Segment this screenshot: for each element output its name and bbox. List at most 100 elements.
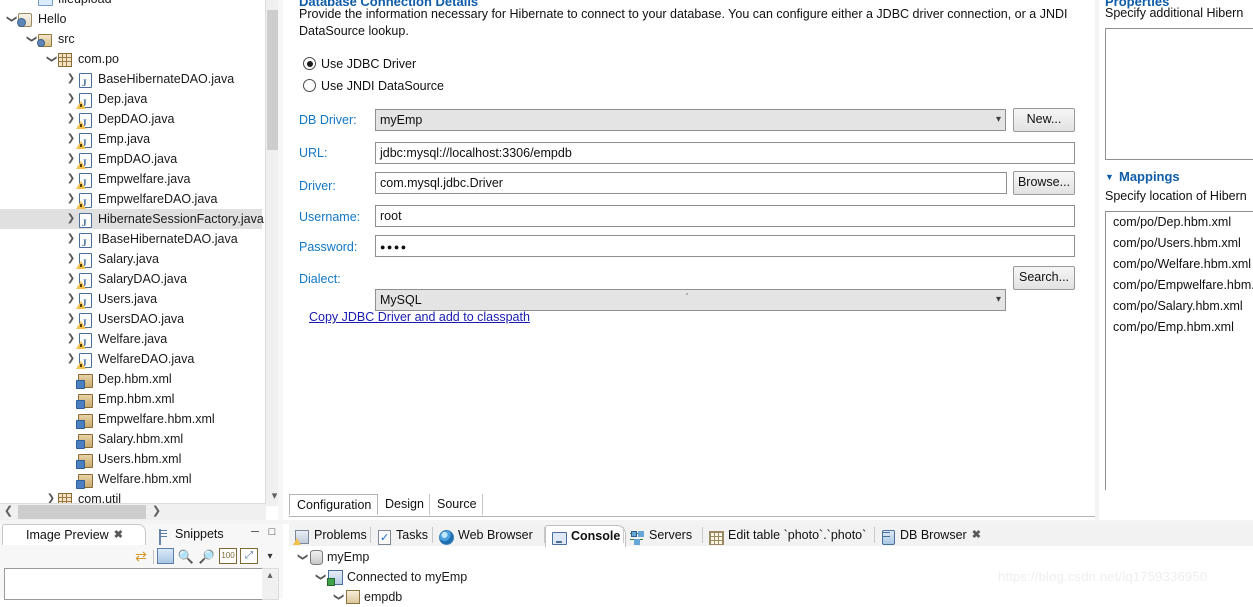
tree-item-label: src <box>58 32 75 46</box>
mapping-list-item[interactable]: com/po/Welfare.hbm.xml <box>1106 254 1253 275</box>
close-icon[interactable]: ✖ <box>114 525 123 545</box>
java-file-warning-icon <box>76 271 94 293</box>
radio-button-jdbc-icon[interactable] <box>303 57 316 70</box>
console-tab-edit-table-photo-photo[interactable]: Edit table `photo`.`photo` <box>703 525 875 546</box>
tree-item[interactable]: ❯Salary.java <box>0 249 262 273</box>
console-tab-db-browser[interactable]: DB Browser ✖ <box>875 525 988 546</box>
username-input[interactable]: root <box>375 205 1075 227</box>
db-driver-combo[interactable]: myEmp ▾ <box>375 109 1006 131</box>
java-file-warning-icon <box>76 351 94 373</box>
password-input[interactable]: ●●●● <box>375 235 1075 257</box>
zoom-fit-icon[interactable]: ⤢ <box>240 548 258 564</box>
editor-tab-bar[interactable]: Configuration Design Source <box>289 494 1099 517</box>
explorer-horizontal-scrollbar[interactable]: ❮ ❯ <box>0 503 266 520</box>
tree-item[interactable]: ❯Empwelfare.java <box>0 169 262 193</box>
browse-driver-button[interactable]: Browse... <box>1013 171 1075 195</box>
project-tree[interactable]: fileupload❯Hello❯src❯com.po❯BaseHibernat… <box>0 0 264 509</box>
view-tab-snippets[interactable]: Snippets <box>152 524 238 545</box>
console-tab-web-browser[interactable]: Web Browser <box>433 525 545 546</box>
tree-item[interactable]: ❯UsersDAO.java <box>0 309 262 333</box>
warning-badge-icon <box>76 121 86 129</box>
java-file-warning-icon <box>76 251 94 273</box>
mapping-list-item[interactable]: com/po/Users.hbm.xml <box>1106 233 1253 254</box>
tree-item[interactable]: ❯DepDAO.java <box>0 109 262 133</box>
console-tab-console[interactable]: Console <box>545 525 626 547</box>
console-tab-label: Edit table `photo`.`photo` <box>728 528 867 542</box>
tree-item[interactable]: ❯Welfare.java <box>0 329 262 353</box>
fit-image-icon[interactable] <box>157 548 174 564</box>
chevron-down-icon[interactable]: ▼ <box>1105 172 1114 182</box>
tree-item[interactable]: ❯ IBaseHibernateDAO.java <box>0 229 262 253</box>
tree-item[interactable]: ❯WelfareDAO.java <box>0 349 262 373</box>
twisty-collapsed-icon[interactable]: ❯ <box>64 229 78 249</box>
radio-use-jndi-datasource[interactable]: Use JNDI DataSource <box>303 79 444 93</box>
db-tree-item[interactable]: ❯ empdb <box>289 587 1253 607</box>
explorer-scroll-left-icon[interactable]: ❮ <box>0 504 17 520</box>
tree-item[interactable]: ❯ src <box>0 29 262 49</box>
tree-item[interactable]: Welfare.hbm.xml <box>0 469 262 489</box>
console-tab-problems[interactable]: Problems <box>289 525 371 546</box>
tree-item[interactable]: ❯Emp.java <box>0 129 262 153</box>
dialect-combo[interactable]: MySQL ▾ <box>375 289 1006 311</box>
tab-source[interactable]: Source <box>430 494 483 515</box>
twisty-expanded-icon[interactable]: ❯ <box>292 550 312 564</box>
properties-list[interactable] <box>1105 28 1253 160</box>
tree-item[interactable]: ❯ BaseHibernateDAO.java <box>0 69 262 93</box>
tree-item[interactable]: Emp.hbm.xml <box>0 389 262 409</box>
tree-item[interactable]: ❯EmpwelfareDAO.java <box>0 189 262 213</box>
chevron-down-icon[interactable]: ▾ <box>996 290 1001 310</box>
twisty-collapsed-icon[interactable]: ❯ <box>64 69 78 89</box>
chevron-down-icon[interactable]: ▾ <box>996 110 1001 130</box>
tree-item[interactable]: ❯ HibernateSessionFactory.java <box>0 209 264 233</box>
tree-item[interactable]: ❯ Hello <box>0 9 262 29</box>
tree-item-label: Users.hbm.xml <box>98 452 182 466</box>
radio-button-jndi-icon[interactable] <box>303 79 316 92</box>
minimize-icon[interactable]: ─ <box>248 526 262 540</box>
db-tree-item[interactable]: ❯ myEmp <box>289 547 1253 567</box>
zoom-out-icon[interactable]: 🔍 <box>177 548 195 565</box>
driver-input[interactable]: com.mysql.jdbc.Driver <box>375 172 1007 194</box>
image-preview-canvas[interactable] <box>4 568 264 600</box>
tree-item[interactable]: ❯ com.po <box>0 49 262 69</box>
project-explorer-panel[interactable]: fileupload❯Hello❯src❯com.po❯BaseHibernat… <box>0 0 283 520</box>
close-icon[interactable]: ✖ <box>972 525 981 546</box>
mapping-list-item[interactable]: com/po/Dep.hbm.xml <box>1106 212 1253 233</box>
tree-item[interactable]: Empwelfare.hbm.xml <box>0 409 262 429</box>
maximize-icon[interactable]: □ <box>265 526 279 540</box>
tree-item[interactable]: Dep.hbm.xml <box>0 369 262 389</box>
explorer-scroll-right-icon[interactable]: ❯ <box>148 504 165 520</box>
mapping-list-item[interactable]: com/po/Emp.hbm.xml <box>1106 317 1253 338</box>
view-menu-icon[interactable]: ▾ <box>261 548 279 565</box>
twisty-collapsed-icon[interactable]: ❯ <box>64 209 78 229</box>
url-input[interactable]: jdbc:mysql://localhost:3306/empdb <box>375 142 1075 164</box>
tree-item[interactable]: ❯SalaryDAO.java <box>0 269 262 293</box>
tree-item[interactable]: ❯EmpDAO.java <box>0 149 262 173</box>
radio-use-jdbc-driver[interactable]: Use JDBC Driver <box>303 57 416 71</box>
tree-item[interactable]: Salary.hbm.xml <box>0 429 262 449</box>
twisty-expanded-icon[interactable]: ❯ <box>328 590 348 604</box>
tree-item[interactable]: ❯Users.java <box>0 289 262 313</box>
zoom-100-icon[interactable]: 100 <box>219 548 237 564</box>
copy-jdbc-driver-link[interactable]: Copy JDBC Driver and add to classpath <box>309 310 530 324</box>
console-tab-servers[interactable]: Servers <box>624 525 703 546</box>
view-tab-image-preview[interactable]: Image Preview ✖ <box>2 524 146 545</box>
console-tab-bar[interactable]: Problems Tasks Web Browser Console Servers Ed… <box>289 524 1253 549</box>
tree-item[interactable]: fileupload <box>0 0 262 9</box>
search-dialect-button[interactable]: Search... <box>1013 266 1075 290</box>
mappings-list[interactable]: com/po/Dep.hbm.xml com/po/Users.hbm.xml co… <box>1105 211 1253 490</box>
tab-configuration[interactable]: Configuration <box>289 494 378 515</box>
dialect-value: MySQL <box>380 293 422 307</box>
view-tab-image-preview-label: Image Preview <box>26 528 109 542</box>
tab-design[interactable]: Design <box>378 494 430 515</box>
new-driver-button[interactable]: New... <box>1013 108 1075 132</box>
mapping-list-item[interactable]: com/po/Empwelfare.hbm.xml <box>1106 275 1253 296</box>
tree-item[interactable]: ❯Dep.java <box>0 89 262 113</box>
image-preview-scrollbar[interactable]: ▴ <box>262 568 279 600</box>
zoom-in-icon[interactable]: 🔎 <box>198 548 216 565</box>
sync-arrows-icon[interactable]: ⇄ <box>132 548 150 565</box>
mapping-list-item[interactable]: com/po/Salary.hbm.xml <box>1106 296 1253 317</box>
explorer-hscroll-thumb[interactable] <box>18 505 146 519</box>
tree-item[interactable]: Users.hbm.xml <box>0 449 262 469</box>
console-tab-tasks[interactable]: Tasks <box>371 525 433 549</box>
image-preview-toolbar[interactable]: ⇄ 🔍 🔎 100 ⤢ ▾ <box>129 546 279 566</box>
